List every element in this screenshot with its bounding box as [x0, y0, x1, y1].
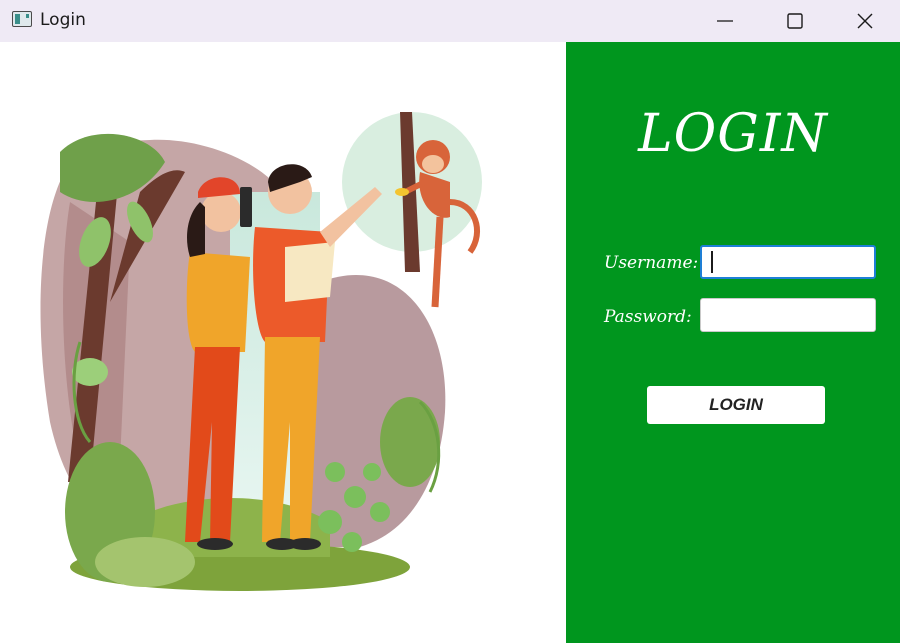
- title-bar[interactable]: Login: [0, 0, 900, 42]
- window-title: Login: [40, 10, 86, 30]
- minimize-icon: [717, 20, 733, 22]
- login-window: Login LOGIN Username: Password: LOGIN: [0, 0, 900, 643]
- maximize-icon: [787, 13, 803, 29]
- maximize-button[interactable]: [760, 0, 830, 42]
- password-label: Password:: [604, 307, 692, 327]
- text-cursor: [711, 251, 713, 273]
- password-input[interactable]: [700, 298, 876, 332]
- username-input[interactable]: [700, 245, 876, 279]
- travel-illustration: [0, 42, 566, 643]
- travel-couple-monkey-illustration: [40, 112, 482, 591]
- login-button[interactable]: LOGIN: [647, 386, 825, 424]
- minimize-button[interactable]: [690, 0, 760, 42]
- app-window-icon: [12, 11, 32, 27]
- login-heading: LOGIN: [638, 104, 828, 164]
- close-button[interactable]: [830, 0, 900, 42]
- close-icon: [857, 13, 873, 29]
- username-label: Username:: [604, 253, 699, 273]
- login-panel: LOGIN Username: Password: LOGIN: [566, 42, 900, 643]
